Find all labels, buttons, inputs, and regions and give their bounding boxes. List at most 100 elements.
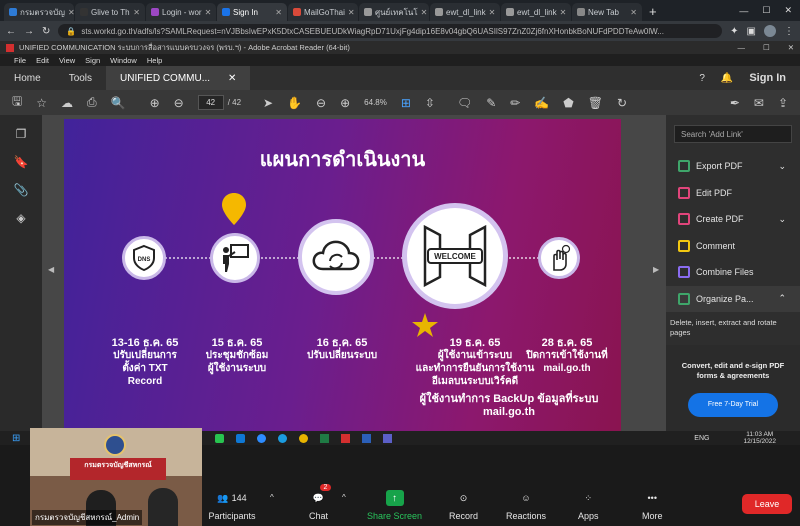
tab-close-icon[interactable]: ✕ xyxy=(133,8,140,17)
sign-pen-icon[interactable]: ✒ xyxy=(730,96,740,110)
tab-tools[interactable]: Tools xyxy=(55,66,106,90)
tab-close-icon[interactable]: ✕ xyxy=(421,8,428,17)
upload-cloud-icon[interactable]: ☁ xyxy=(61,96,73,110)
reactions-button[interactable]: ☺ Reactions xyxy=(506,490,546,521)
acrobat-minimize-icon[interactable]: — xyxy=(737,43,745,52)
reload-icon[interactable]: ↻ xyxy=(42,26,50,37)
menu-item[interactable]: Help xyxy=(147,56,162,65)
tab-close-icon[interactable]: ✕ xyxy=(630,8,637,17)
attachments-icon[interactable]: 📎 xyxy=(14,183,29,197)
line-app-icon[interactable] xyxy=(215,433,225,443)
tab-home[interactable]: Home xyxy=(0,66,55,90)
browser-tab[interactable]: Sign In ✕ xyxy=(217,3,287,21)
zoom-in-icon[interactable]: ⊕ xyxy=(340,96,350,110)
notification-bell-icon[interactable]: 🔔 xyxy=(721,73,733,84)
tab-close-icon[interactable]: ✕ xyxy=(205,8,212,17)
find-icon[interactable]: 🔍 xyxy=(111,96,126,110)
tool-item[interactable]: Organize Pa... ⌃ xyxy=(666,285,800,312)
tool-item[interactable]: Comment xyxy=(666,233,800,260)
share-icon[interactable]: ⇪ xyxy=(778,96,788,110)
tool-item[interactable]: Edit PDF xyxy=(666,180,800,207)
tool-item[interactable]: Create PDF ⌄ xyxy=(666,206,800,233)
page-number-input[interactable]: 42 xyxy=(197,95,224,110)
tab-close-icon[interactable]: ✕ xyxy=(560,8,567,17)
zoom-app-icon[interactable] xyxy=(257,433,267,443)
rotate-icon[interactable]: ↻ xyxy=(617,96,627,110)
excel-icon[interactable] xyxy=(320,433,330,443)
extensions-icon[interactable]: ✦ xyxy=(730,26,738,37)
forward-icon[interactable]: → xyxy=(24,26,34,37)
word-icon[interactable] xyxy=(362,433,372,443)
free-trial-button[interactable]: Free 7-Day Trial xyxy=(687,393,779,417)
browser-tab[interactable]: กรมตรวจบัญ ✕ xyxy=(4,3,74,21)
zoom-out-icon[interactable]: ⊖ xyxy=(316,96,326,110)
stamp-icon[interactable]: ⬟ xyxy=(563,96,573,110)
leave-button[interactable]: Leave xyxy=(742,494,792,514)
more-button[interactable]: ••• More xyxy=(642,490,663,521)
fit-page-icon[interactable]: ⊞ xyxy=(401,96,411,110)
help-icon[interactable]: ? xyxy=(699,73,705,84)
url-field[interactable]: 🔒 sts.workd.go.th/adfs/ls?SAMLRequest=nVJ… xyxy=(58,24,723,38)
tab-document[interactable]: UNIFIED COMMU... ✕ xyxy=(106,66,251,90)
sign-in-button[interactable]: Sign In xyxy=(749,72,786,84)
draw-icon[interactable]: ✏ xyxy=(510,96,520,110)
menu-item[interactable]: Window xyxy=(110,56,137,65)
chat-caret-icon[interactable]: ^ xyxy=(342,493,346,502)
browser-tab[interactable]: New Tab ✕ xyxy=(572,3,642,21)
participants-button[interactable]: 👥 144 Participants xyxy=(208,490,256,522)
print-icon[interactable]: ⎙ xyxy=(87,95,97,110)
share-screen-button[interactable]: ↑ Share Screen xyxy=(367,490,422,521)
save-icon[interactable]: 🖫 xyxy=(12,92,22,113)
browser-tab[interactable]: Login - wor ✕ xyxy=(146,3,216,21)
video-thumbnail[interactable]: กรมตรวจบัญชีสหกรณ์ กรมตรวจบัญชีสหกรณ์_Ad… xyxy=(30,428,202,526)
browser-tab[interactable]: Glive to Th ✕ xyxy=(75,3,145,21)
menu-item[interactable]: File xyxy=(14,56,26,65)
tab-close-icon[interactable]: ✕ xyxy=(348,8,355,17)
page-thumbnails-icon[interactable]: ❐ xyxy=(16,127,27,141)
zoom-level[interactable]: 64.8% xyxy=(364,98,387,107)
browser-tab[interactable]: ewt_dl_link ✕ xyxy=(430,3,500,21)
apps-button[interactable]: ⁘ Apps xyxy=(578,490,599,522)
bookmarks-icon[interactable]: 🔖 xyxy=(14,155,29,169)
close-icon[interactable]: ✕ xyxy=(784,5,792,16)
scroll-right-icon[interactable]: ▶ xyxy=(653,265,659,274)
maximize-icon[interactable]: ☐ xyxy=(762,5,770,16)
tool-item[interactable]: Combine Files xyxy=(666,259,800,286)
browser-tab[interactable]: MailGoThai ✕ xyxy=(288,3,358,21)
tools-search-input[interactable]: Search 'Add Link' xyxy=(674,125,792,143)
page-up-icon[interactable]: ⊕ xyxy=(150,96,160,110)
chat-button[interactable]: 💬 2 Chat xyxy=(309,484,332,521)
windows-start-icon[interactable]: ⊞ xyxy=(12,433,20,444)
layers-icon[interactable]: ◈ xyxy=(16,211,25,225)
input-language[interactable]: ENG xyxy=(694,435,709,442)
minimize-icon[interactable]: — xyxy=(739,6,748,16)
browser-tab[interactable]: ศูนย์เทคโนโ ✕ xyxy=(359,3,429,21)
sidebar-icon[interactable]: ▣ xyxy=(747,26,756,37)
tab-close-icon[interactable]: ✕ xyxy=(489,8,496,17)
menu-item[interactable]: View xyxy=(59,56,75,65)
new-tab-button[interactable]: + xyxy=(649,4,657,19)
browser-tab[interactable]: ewt_dl_link ✕ xyxy=(501,3,571,21)
profile-avatar[interactable] xyxy=(764,25,776,37)
participants-caret-icon[interactable]: ^ xyxy=(270,493,274,502)
delete-icon[interactable]: 🗑 xyxy=(588,96,603,110)
menu-icon[interactable]: ⋮ xyxy=(784,26,794,37)
chrome-icon[interactable] xyxy=(299,433,309,443)
acrobat-app-icon[interactable] xyxy=(341,433,351,443)
page-down-icon[interactable]: ⊖ xyxy=(174,96,184,110)
bookmark-star-icon[interactable]: ☆ xyxy=(36,96,47,110)
tool-chevron-icon[interactable]: ⌃ xyxy=(778,293,786,304)
scroll-left-icon[interactable]: ◀ xyxy=(48,265,54,274)
email-icon[interactable]: ✉ xyxy=(754,96,764,110)
tab-close-icon[interactable]: ✕ xyxy=(68,8,74,17)
tool-chevron-icon[interactable]: ⌄ xyxy=(778,161,786,172)
hand-tool-icon[interactable]: ✋ xyxy=(287,96,302,110)
tool-item[interactable]: Export PDF ⌄ xyxy=(666,153,800,180)
menu-item[interactable]: Edit xyxy=(36,56,49,65)
tab-close-icon[interactable]: ✕ xyxy=(275,8,282,17)
record-button[interactable]: ⊙ Record xyxy=(449,490,478,522)
fill-sign-icon[interactable]: ✍ xyxy=(534,96,549,110)
mail-icon[interactable] xyxy=(236,433,246,443)
acrobat-maximize-icon[interactable]: ☐ xyxy=(763,43,770,52)
edge-icon[interactable] xyxy=(278,433,288,443)
